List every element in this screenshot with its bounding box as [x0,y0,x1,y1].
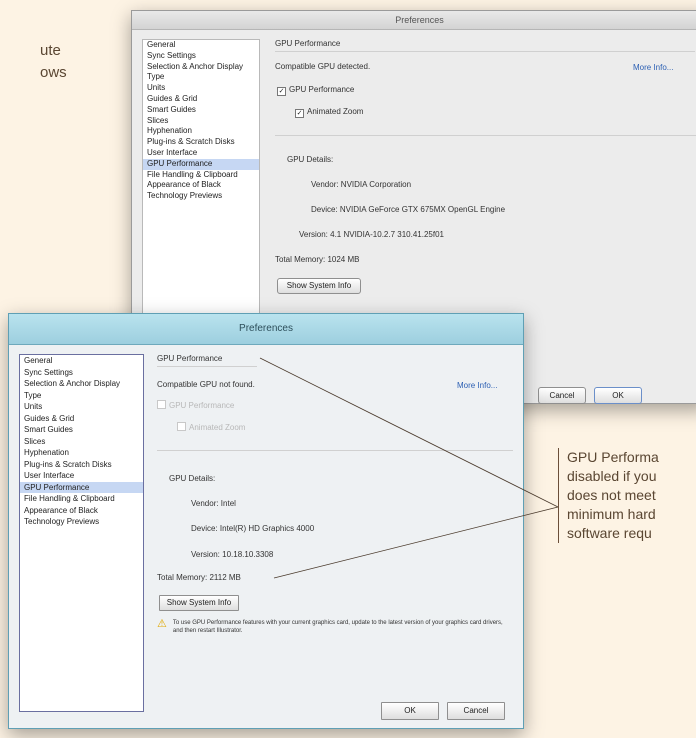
gpu-vendor: Vendor: NVIDIA Corporation [311,180,412,189]
gpu-warning: ⚠ To use GPU Performance features with y… [157,619,509,635]
sidebar-item-user-interface[interactable]: User Interface [20,470,143,482]
gpu-version: Version: 4.1 NVIDIA-10.2.7 310.41.25f01 [299,230,444,239]
sidebar-item-type[interactable]: Type [20,390,143,402]
sidebar-item-plugins[interactable]: Plug-ins & Scratch Disks [143,137,259,148]
gpu-details-label: GPU Details: [287,155,334,164]
sidebar-item-smart-guides[interactable]: Smart Guides [20,424,143,436]
sidebar-item-plugins[interactable]: Plug-ins & Scratch Disks [20,459,143,471]
gpu-performance-checkbox[interactable]: ✓ GPU Performance [277,85,354,96]
sidebar-item-selection-anchor[interactable]: Selection & Anchor Display [143,62,259,73]
checkbox-checked-icon: ✓ [295,109,304,118]
animated-zoom-checkbox[interactable]: ✓ Animated Zoom [295,107,363,118]
callout-line: minimum hard [567,506,656,522]
preferences-content: GPU Performance Compatible GPU not found… [157,354,513,718]
checkbox-unchecked-icon [177,422,186,431]
callout-line: disabled if you [567,468,657,484]
details-divider [275,135,696,136]
background-text-line: ows [40,64,67,81]
sidebar-item-sync-settings[interactable]: Sync Settings [143,51,259,62]
sidebar-item-technology-previews[interactable]: Technology Previews [143,191,259,202]
gpu-performance-checkbox: GPU Performance [157,400,234,410]
show-system-info-button[interactable]: Show System Info [159,595,239,611]
checkbox-checked-icon: ✓ [277,87,286,96]
sidebar-item-file-handling[interactable]: File Handling & Clipboard [20,493,143,505]
sidebar-item-general[interactable]: General [20,355,143,367]
sidebar-item-appearance-black[interactable]: Appearance of Black [20,505,143,517]
section-divider [157,366,257,367]
ok-button[interactable]: OK [594,387,642,404]
sidebar-item-user-interface[interactable]: User Interface [143,148,259,159]
sidebar-item-smart-guides[interactable]: Smart Guides [143,105,259,116]
sidebar-item-appearance-black[interactable]: Appearance of Black [143,180,259,191]
sidebar-item-slices[interactable]: Slices [143,116,259,127]
cancel-button[interactable]: Cancel [538,387,586,404]
checkbox-unchecked-icon [157,400,166,409]
sidebar-item-units[interactable]: Units [143,83,259,94]
gpu-device: Device: NVIDIA GeForce GTX 675MX OpenGL … [311,205,506,214]
sidebar-item-slices[interactable]: Slices [20,436,143,448]
sidebar-item-hyphenation[interactable]: Hyphenation [143,126,259,137]
gpu-version: Version: 10.18.10.3308 [191,550,274,559]
background-text-line: ute [40,42,61,59]
sidebar-item-technology-previews[interactable]: Technology Previews [20,516,143,528]
callout-line: software requ [567,525,652,541]
checkbox-label: GPU Performance [289,85,355,94]
animated-zoom-checkbox: Animated Zoom [177,422,245,432]
section-title: GPU Performance [275,39,341,48]
sidebar-item-hyphenation[interactable]: Hyphenation [20,447,143,459]
callout-line: GPU Performa [567,449,659,465]
sidebar-item-selection-anchor[interactable]: Selection & Anchor Display [20,378,143,390]
sidebar-item-guides-grid[interactable]: Guides & Grid [143,94,259,105]
win-preferences-dialog: Preferences General Sync Settings Select… [8,313,524,729]
preferences-sidebar: General Sync Settings Selection & Anchor… [19,354,144,712]
sidebar-item-sync-settings[interactable]: Sync Settings [20,367,143,379]
sidebar-item-gpu-performance[interactable]: GPU Performance [143,158,259,170]
sidebar-item-gpu-performance[interactable]: GPU Performance [20,481,143,493]
cancel-button[interactable]: Cancel [447,702,505,720]
total-memory: Total Memory: 2112 MB [157,573,241,582]
gpu-vendor: Vendor: Intel [191,499,236,508]
callout-line: does not meet [567,487,656,503]
sidebar-item-type[interactable]: Type [143,72,259,83]
checkbox-label: Animated Zoom [189,423,246,432]
gpu-status: Compatible GPU not found. [157,380,255,389]
sidebar-item-file-handling[interactable]: File Handling & Clipboard [143,170,259,181]
callout-text: GPU Performa disabled if you does not me… [558,448,696,543]
gpu-details-label: GPU Details: [169,474,216,483]
section-title: GPU Performance [157,354,223,363]
sidebar-item-general[interactable]: General [143,40,259,51]
checkbox-label: Animated Zoom [307,107,364,116]
sidebar-item-guides-grid[interactable]: Guides & Grid [20,413,143,425]
gpu-status: Compatible GPU detected. [275,62,371,71]
show-system-info-button[interactable]: Show System Info [277,278,361,294]
warning-icon: ⚠ [157,618,167,630]
more-info-link[interactable]: More Info... [633,63,673,72]
dialog-title: Preferences [9,314,523,345]
section-divider [275,51,695,52]
warning-text: To use GPU Performance features with you… [172,620,503,634]
details-divider [157,450,513,451]
ok-button[interactable]: OK [381,702,439,720]
sidebar-item-units[interactable]: Units [20,401,143,413]
gpu-device: Device: Intel(R) HD Graphics 4000 [191,524,315,533]
total-memory: Total Memory: 1024 MB [275,255,360,264]
more-info-link[interactable]: More Info... [457,381,497,390]
dialog-title: Preferences [132,11,696,30]
background-text: ute ows [40,40,67,84]
checkbox-label: GPU Performance [169,401,235,410]
